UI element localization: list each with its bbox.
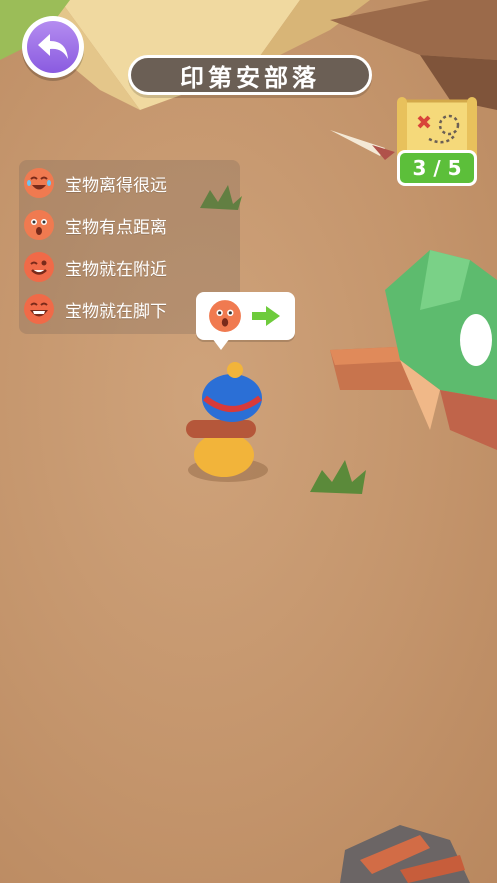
surprised-face-icon	[23, 209, 55, 241]
big-grin-face-icon	[23, 293, 55, 325]
treasure-count: 3 / 5	[397, 150, 477, 186]
ground-arrow-shape	[330, 130, 385, 156]
right-arrow-icon	[252, 306, 280, 326]
player-character	[186, 362, 262, 477]
legend-item: 宝物就在脚下	[23, 292, 167, 326]
hint-bubble	[196, 292, 295, 340]
legend-item: 宝物有点距离	[23, 208, 167, 242]
legend-label: 宝物有点距离	[65, 217, 167, 238]
game-scene: 印第安部落 3 / 5 宝物离得很远 宝物有点距离 宝物就在附近 宝物就在脚下	[0, 0, 497, 883]
level-title-text: 印第安部落	[180, 63, 320, 92]
hint-bubble-tail	[212, 338, 230, 350]
legend-label: 宝物就在脚下	[65, 301, 167, 322]
legend-item: 宝物就在附近	[23, 250, 167, 284]
back-button[interactable]	[22, 16, 84, 78]
crying-laugh-face-icon	[23, 167, 55, 199]
surprised-face-icon	[209, 300, 241, 332]
legend-label: 宝物离得很远	[65, 175, 167, 196]
legend-item: 宝物离得很远	[23, 166, 167, 200]
treasure-map-badge[interactable]: 3 / 5	[395, 95, 479, 191]
level-title: 印第安部落	[128, 55, 372, 95]
wink-face-icon	[23, 251, 55, 283]
campfire-shape	[340, 825, 470, 883]
back-arrow-icon	[38, 34, 68, 59]
legend-label: 宝物就在附近	[65, 259, 167, 280]
